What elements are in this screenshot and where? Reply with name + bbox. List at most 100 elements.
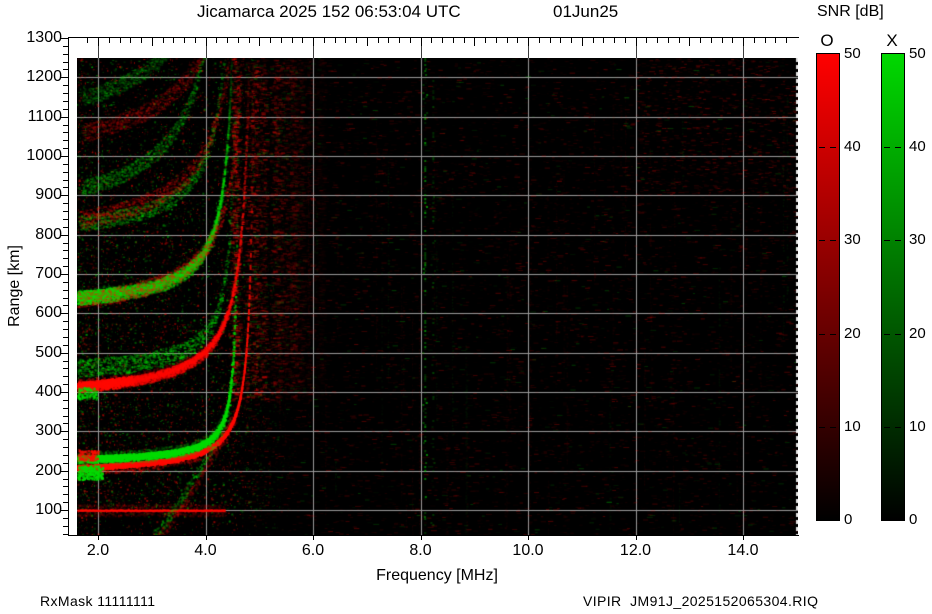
x-minor-tick [281, 38, 282, 43]
colorbar-x-mode [881, 53, 905, 521]
x-minor-tick [356, 38, 357, 43]
colorbar-tick-label: 50 [844, 45, 870, 62]
y-minor-tick [63, 148, 68, 149]
y-major-tick [60, 156, 68, 157]
x-minor-tick [636, 38, 637, 46]
x-minor-tick [646, 38, 647, 43]
x-tick-label: 4.0 [186, 542, 226, 560]
y-major-tick [60, 431, 68, 432]
y-minor-tick [63, 172, 68, 173]
y-major-tick [60, 117, 68, 118]
y-minor-tick [63, 125, 68, 126]
y-minor-tick [63, 69, 68, 70]
x-minor-tick [464, 38, 465, 43]
colorbar-dash-tick [895, 427, 901, 428]
colorbar-dash-tick [819, 147, 825, 148]
y-tick-label: 600 [18, 304, 62, 322]
x-minor-tick [324, 38, 325, 43]
x-minor-tick [206, 38, 207, 46]
y-minor-tick [63, 526, 68, 527]
x-tick-label: 8.0 [401, 542, 441, 560]
x-minor-tick [453, 38, 454, 43]
x-minor-tick [679, 38, 680, 43]
y-minor-tick [63, 46, 68, 47]
y-minor-tick [63, 290, 68, 291]
y-minor-tick [63, 321, 68, 322]
x-major-tick-bottom [743, 536, 744, 540]
y-minor-tick [63, 329, 68, 330]
x-minor-tick [603, 38, 604, 43]
colorbar-dash-tick [884, 240, 890, 241]
y-major-tick [60, 471, 68, 472]
colorbar-title: SNR [dB] [817, 3, 884, 21]
y-tick-label: 700 [18, 265, 62, 283]
x-minor-tick [732, 38, 733, 43]
x-minor-tick [485, 38, 486, 43]
x-minor-tick [550, 38, 551, 43]
x-minor-tick [345, 38, 346, 43]
colorbar-dash-tick [830, 427, 836, 428]
y-minor-tick [63, 211, 68, 212]
y-minor-tick [63, 101, 68, 102]
x-minor-tick [367, 38, 368, 46]
x-minor-tick [141, 38, 142, 43]
y-minor-tick [63, 337, 68, 338]
y-minor-tick [63, 54, 68, 55]
y-minor-tick [63, 219, 68, 220]
y-minor-tick [63, 62, 68, 63]
y-minor-tick [63, 109, 68, 110]
colorbar-dash-tick [819, 427, 825, 428]
x-major-tick-bottom [528, 536, 529, 540]
y-tick-label: 900 [18, 186, 62, 204]
colorbar-tick-label: 30 [909, 231, 932, 248]
ionogram-canvas [77, 58, 798, 535]
colorbar-tick-label: 10 [844, 418, 870, 435]
y-minor-tick [63, 243, 68, 244]
x-major-tick-bottom [313, 536, 314, 540]
y-tick-label: 1000 [18, 147, 62, 165]
page-title: Jicamarca 2025 152 06:53:04 UTC [197, 2, 461, 22]
colorbar-o-mode [816, 53, 840, 521]
y-minor-tick [63, 227, 68, 228]
colorbar-tick-label: 30 [844, 231, 870, 248]
colorbar-mode-label: X [881, 31, 903, 51]
x-minor-tick [442, 38, 443, 43]
x-minor-tick [582, 38, 583, 46]
y-minor-tick [63, 140, 68, 141]
x-major-tick-bottom [636, 536, 637, 540]
x-minor-tick [765, 38, 766, 43]
page-date: 01Jun25 [553, 2, 618, 22]
x-minor-tick [313, 38, 314, 46]
y-tick-label: 1100 [18, 108, 62, 126]
x-minor-tick [775, 38, 776, 43]
colorbar-dash-tick [819, 334, 825, 335]
y-minor-tick [63, 266, 68, 267]
y-minor-tick [63, 486, 68, 487]
colorbar-dash-tick [884, 427, 890, 428]
x-minor-tick [668, 38, 669, 43]
x-minor-tick [571, 38, 572, 43]
x-minor-tick [754, 38, 755, 43]
y-minor-tick [63, 494, 68, 495]
y-minor-tick [63, 345, 68, 346]
x-minor-tick [195, 38, 196, 43]
y-minor-tick [63, 518, 68, 519]
x-minor-tick [743, 38, 744, 46]
x-major-tick-bottom [421, 536, 422, 540]
colorbar-tick-label: 20 [909, 325, 932, 342]
y-minor-tick [63, 258, 68, 259]
x-minor-tick [560, 38, 561, 43]
colorbar-tick-label: 10 [909, 418, 932, 435]
x-tick-label: 14.0 [723, 542, 763, 560]
colorbar-tick-label: 0 [909, 511, 932, 528]
y-major-tick [60, 77, 68, 78]
y-tick-label: 300 [18, 422, 62, 440]
y-minor-tick [63, 180, 68, 181]
y-major-tick [60, 195, 68, 196]
x-minor-tick [270, 38, 271, 43]
y-tick-label: 800 [18, 226, 62, 244]
y-tick-label: 400 [18, 383, 62, 401]
y-minor-tick [63, 250, 68, 251]
y-minor-tick [63, 400, 68, 401]
x-tick-label: 6.0 [293, 542, 333, 560]
